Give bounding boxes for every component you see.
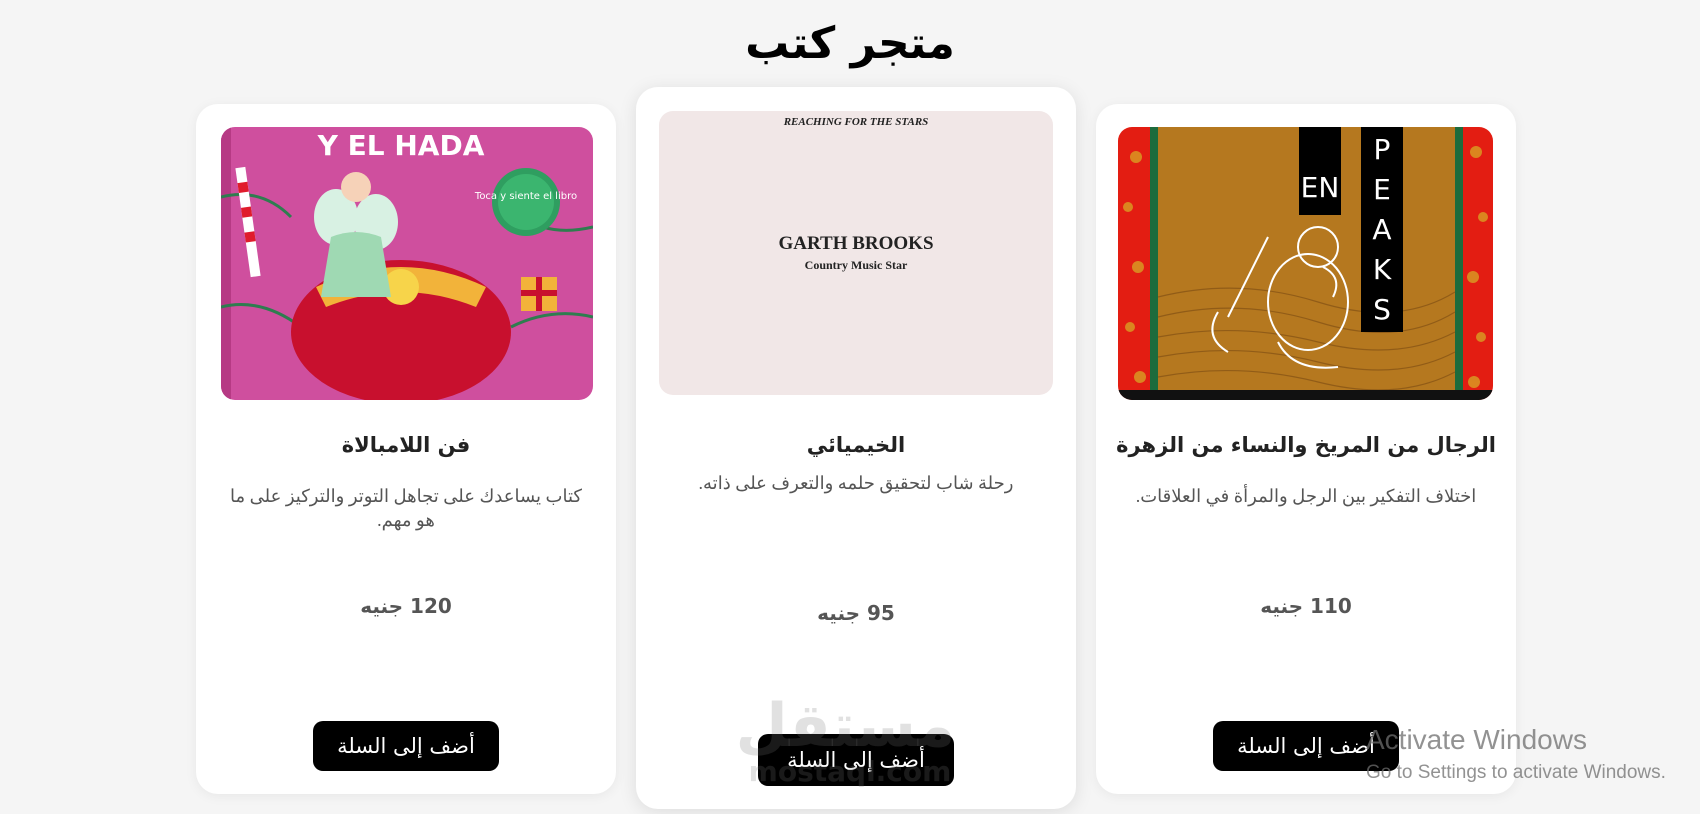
book-description: اختلاف التفكير بين الرجل والمرأة في العل… [1135,486,1477,506]
cover-top-line: REACHING FOR THE STARS [783,116,929,128]
svg-text:K: K [1373,253,1392,286]
add-to-cart-button[interactable]: أضف إلى السلة [758,734,954,786]
cover-subtitle: Country Music Star [805,258,908,272]
svg-text:P: P [1374,133,1391,166]
book-price: 95 جنيه [817,601,895,625]
svg-text:S: S [1373,293,1391,326]
book-cover-image: EN P E A K S [1118,127,1493,400]
cover-name: GARTH BROOKS [778,233,933,254]
book-cover-image: REACHING FOR THE STARS GARTH BROOKS Coun… [659,111,1053,395]
book-description: كتاب يساعدك على تجاهل التوتر والتركيز عل… [230,486,582,530]
book-cover-image: Y EL HADA Toca y siente el libro [221,127,593,400]
book-price: 120 جنيه [360,594,452,618]
book-title: الخيميائي [806,433,906,457]
svg-text:E: E [1373,173,1391,206]
add-to-cart-button[interactable]: أضف إلى السلة [313,721,499,771]
page-title: متجر كتب [745,18,955,69]
book-title: الرجال من المريخ والنساء من الزهرة [1116,433,1496,457]
add-to-cart-button[interactable]: أضف إلى السلة [1213,721,1399,771]
book-card: REACHING FOR THE STARS GARTH BROOKS Coun… [636,87,1076,809]
book-description: رحلة شاب لتحقيق حلمه والتعرف على ذاته. [698,473,1014,493]
cover-headline: Y EL HADA [317,129,485,162]
svg-text:A: A [1372,213,1391,246]
cover-badge: Toca y siente el libro [474,191,577,202]
cover-text-en: EN [1301,171,1340,204]
book-card: EN P E A K S الرجال من المريخ والنساء من… [1096,104,1516,794]
book-card: Y EL HADA Toca y siente el libro فن اللا… [196,104,616,794]
book-price: 110 جنيه [1260,594,1352,618]
book-title: فن اللامبالاة [341,433,471,457]
